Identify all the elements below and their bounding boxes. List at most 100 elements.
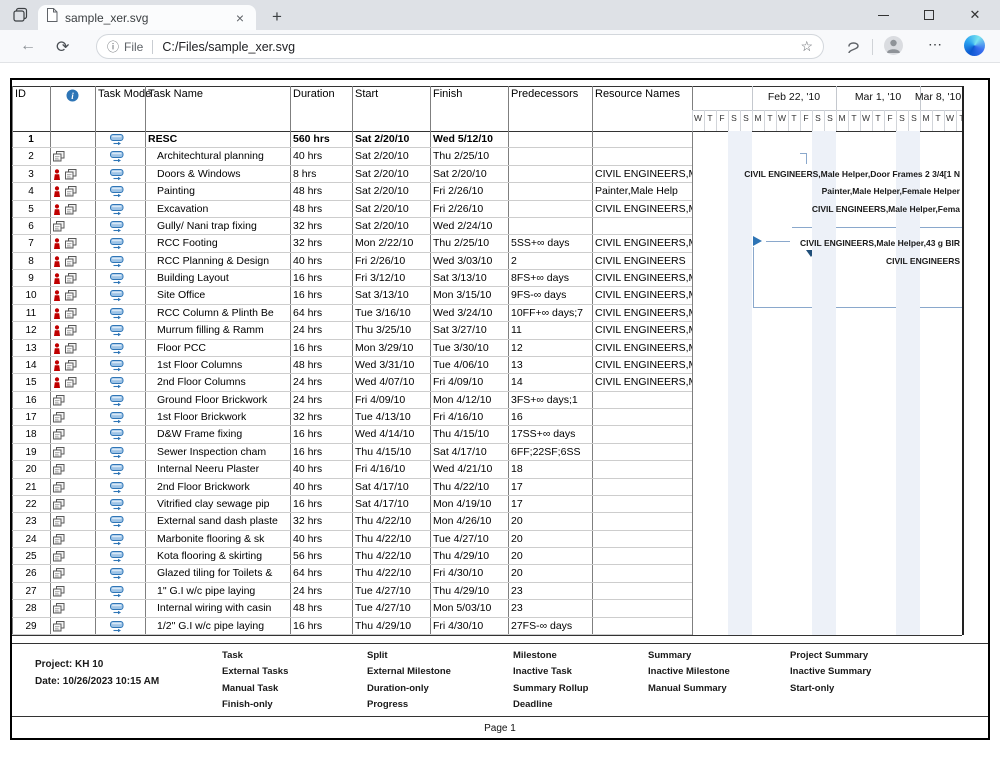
cell-task-name: Ground Floor Brickwork	[145, 392, 290, 409]
table-header-resource-names: Resource Names	[595, 88, 680, 100]
maximize-icon	[924, 10, 934, 20]
cell-predecessors: 20	[508, 565, 592, 582]
table-row: 291/2" G.I w/c pipe laying16 hrsThu 4/29…	[12, 618, 692, 635]
cell-start: Wed 4/07/10	[352, 374, 430, 391]
window-close-button[interactable]: ✕	[952, 0, 998, 30]
site-info-icon[interactable]: ⓘ	[107, 38, 119, 55]
cell-start: Thu 4/29/10	[352, 618, 430, 635]
cell-start: Sat 3/13/10	[352, 287, 430, 304]
cell-indicators	[50, 253, 95, 270]
cell-finish: Sat 2/20/10	[430, 166, 508, 183]
browser-essentials-icon[interactable]	[846, 38, 861, 56]
manually-scheduled-task-icon	[110, 273, 124, 287]
tab-title: sample_xer.svg	[65, 11, 232, 25]
cell-task-name: Floor PCC	[145, 340, 290, 357]
cell-id: 14	[12, 357, 50, 374]
profile-avatar[interactable]	[884, 36, 903, 55]
cell-duration: 40 hrs	[290, 479, 352, 496]
day-letter: T	[764, 113, 776, 123]
cell-finish: Sat 3/13/10	[430, 270, 508, 287]
manually-scheduled-task-icon	[110, 534, 124, 548]
cell-finish: Thu 4/22/10	[430, 479, 508, 496]
cell-duration: 560 hrs	[290, 131, 352, 148]
assignment-sheet-icon	[53, 464, 65, 478]
legend-item: Deadline	[513, 699, 553, 710]
cell-start: Sat 2/20/10	[352, 183, 430, 200]
cell-task-name: Building Layout	[145, 270, 290, 287]
cell-indicators	[50, 513, 95, 530]
window-maximize-button[interactable]	[906, 0, 952, 30]
refresh-button[interactable]: ⟳	[56, 37, 69, 57]
cell-indicators	[50, 270, 95, 287]
assignment-sheet-icon	[53, 551, 65, 565]
cell-id: 28	[12, 600, 50, 617]
cell-task-mode	[95, 374, 145, 391]
cell-id: 16	[12, 392, 50, 409]
day-letter: W	[776, 113, 788, 123]
cell-indicators	[50, 496, 95, 513]
new-tab-button[interactable]: +	[266, 6, 288, 28]
browser-tab[interactable]: sample_xer.svg ×	[38, 5, 256, 30]
table-row: 16Ground Floor Brickwork24 hrsFri 4/09/1…	[12, 392, 692, 409]
browser-toolbar: ← ⟳ ⓘ File C:/Files/sample_xer.svg ☆ ⋯	[0, 30, 1000, 63]
day-letter: W	[944, 113, 956, 123]
assignment-sheet-icon	[65, 290, 77, 304]
assignment-sheet-icon	[53, 586, 65, 600]
cell-task-mode	[95, 565, 145, 582]
legend-item: Inactive Milestone	[648, 666, 730, 677]
cell-duration: 16 hrs	[290, 618, 352, 635]
back-button[interactable]: ←	[20, 37, 36, 55]
cell-finish: Fri 2/26/10	[430, 183, 508, 200]
day-letter: S	[728, 113, 740, 123]
cell-task-name: Excavation	[145, 201, 290, 218]
cell-task-mode	[95, 235, 145, 252]
assignment-sheet-icon	[53, 395, 65, 409]
cell-duration: 16 hrs	[290, 496, 352, 513]
copilot-icon[interactable]	[964, 35, 985, 56]
cell-resource-names	[592, 531, 692, 548]
cell-task-mode	[95, 618, 145, 635]
cell-start: Thu 4/22/10	[352, 531, 430, 548]
cell-duration: 48 hrs	[290, 357, 352, 374]
favorite-star-icon[interactable]: ☆	[800, 38, 813, 55]
cell-predecessors: 8FS+∞ days	[508, 270, 592, 287]
project-name: Project: KH 10	[35, 659, 103, 670]
cell-task-mode	[95, 409, 145, 426]
cell-start: Mon 2/22/10	[352, 235, 430, 252]
cell-predecessors: 9FS-∞ days	[508, 287, 592, 304]
legend-item: Manual Summary	[648, 683, 727, 694]
cell-task-name: Doors & Windows	[145, 166, 290, 183]
assignment-sheet-icon	[53, 534, 65, 548]
cell-indicators	[50, 583, 95, 600]
manually-scheduled-task-icon	[110, 621, 124, 635]
cell-duration: 8 hrs	[290, 166, 352, 183]
cell-id: 20	[12, 461, 50, 478]
tab-close-icon[interactable]: ×	[232, 11, 248, 25]
address-url[interactable]: C:/Files/sample_xer.svg	[162, 40, 800, 54]
cell-predecessors: 20	[508, 531, 592, 548]
browser-menu-button[interactable]: ⋯	[928, 36, 943, 53]
cell-id: 12	[12, 322, 50, 339]
legend-item: Inactive Task	[513, 666, 572, 677]
manually-scheduled-task-icon	[110, 186, 124, 200]
cell-start: Tue 4/27/10	[352, 600, 430, 617]
cell-duration: 48 hrs	[290, 183, 352, 200]
cell-id: 27	[12, 583, 50, 600]
address-bar[interactable]: ⓘ File C:/Files/sample_xer.svg ☆	[96, 34, 824, 59]
cell-task-mode	[95, 253, 145, 270]
cell-resource-names	[592, 548, 692, 565]
gantt-chart-pane: WTFSSMTWTFSSMTWTFSSMTWTFeb 22, '10Mar 1,…	[692, 86, 962, 635]
cell-duration: 16 hrs	[290, 426, 352, 443]
cell-resource-names	[592, 618, 692, 635]
cell-id: 13	[12, 340, 50, 357]
manually-scheduled-task-icon	[110, 360, 124, 374]
day-letter: T	[848, 113, 860, 123]
address-file-label: File	[124, 40, 143, 54]
cell-id: 8	[12, 253, 50, 270]
workspaces-icon[interactable]	[12, 7, 30, 23]
cell-task-mode	[95, 479, 145, 496]
table-header-task-mode: Task Mode	[98, 88, 151, 100]
cell-task-name: Glazed tiling for Toilets &	[145, 565, 290, 582]
cell-id: 25	[12, 548, 50, 565]
window-minimize-button[interactable]	[860, 0, 906, 30]
